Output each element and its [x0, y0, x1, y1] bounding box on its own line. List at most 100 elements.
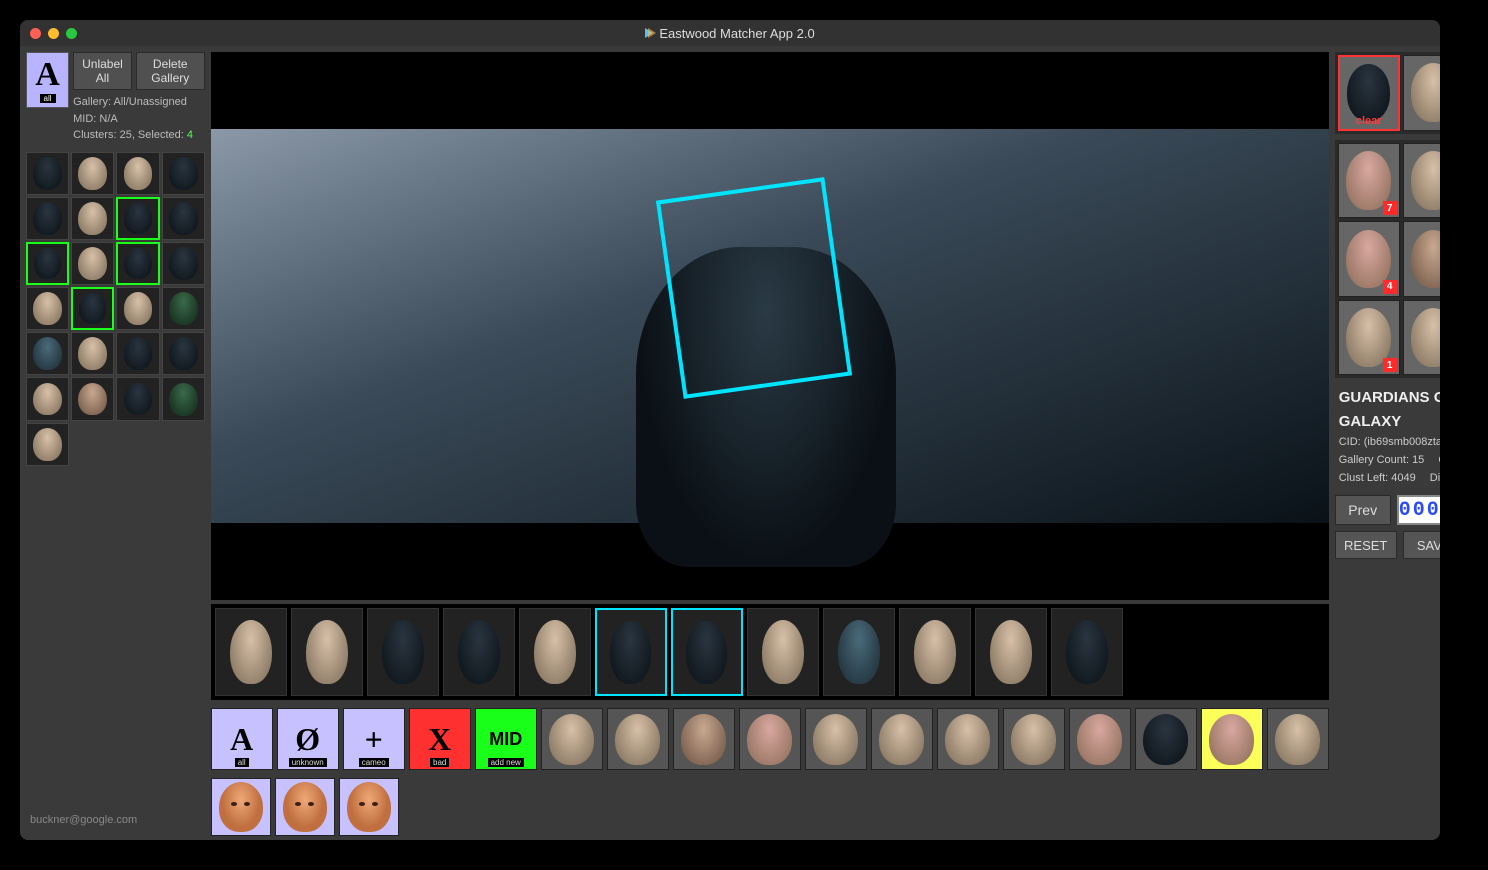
strip-thumb[interactable] — [671, 608, 743, 696]
cluster-thumb[interactable] — [162, 377, 205, 420]
cast-label-thumb[interactable] — [871, 708, 933, 770]
clear-label: clear — [1340, 115, 1398, 127]
reset-button[interactable]: RESET — [1335, 531, 1397, 559]
movie-cid: CID: (ib69smb008zta) — [1339, 434, 1440, 452]
strip-thumb[interactable] — [443, 608, 515, 696]
cluster-thumb[interactable] — [116, 332, 159, 375]
match-thumb[interactable] — [1403, 55, 1440, 131]
cluster-thumb[interactable] — [116, 242, 159, 285]
app-window: Eastwood Matcher App 2.0 A all Unlabel A… — [20, 20, 1440, 840]
cluster-thumb[interactable] — [162, 332, 205, 375]
cluster-thumb[interactable] — [26, 287, 69, 330]
unlabel-all-button[interactable]: Unlabel All — [73, 52, 132, 90]
titlebar: Eastwood Matcher App 2.0 — [20, 20, 1440, 46]
cast-label-thumb[interactable] — [1201, 708, 1263, 770]
cluster-gallery-grid — [26, 152, 205, 466]
counter-display[interactable]: 00000 — [1397, 495, 1440, 525]
gallery-letter: A — [35, 58, 60, 92]
save-button[interactable]: SAVE — [1403, 531, 1440, 559]
displayed-label: Displayed: 1989 — [1430, 470, 1440, 488]
cast-thumb[interactable]: 8 — [1403, 143, 1440, 219]
cast-thumb[interactable]: 7 — [1338, 143, 1400, 219]
cluster-thumb[interactable] — [162, 287, 205, 330]
strip-thumb[interactable] — [367, 608, 439, 696]
strip-thumb[interactable] — [291, 608, 363, 696]
cast-label-thumb[interactable] — [1003, 708, 1065, 770]
cast-label-thumb[interactable] — [937, 708, 999, 770]
play-store-icon — [645, 28, 653, 38]
cast-label-thumb[interactable] — [607, 708, 669, 770]
movie-frame — [211, 129, 1329, 524]
cast-thumb[interactable]: 2 — [1403, 300, 1440, 376]
cluster-thumb[interactable] — [162, 197, 205, 240]
clust-left-label: Clust Left: 4049 — [1339, 470, 1416, 488]
label-bad-button[interactable]: X bad — [409, 708, 471, 770]
maximize-icon[interactable] — [66, 28, 77, 39]
cluster-thumb[interactable] — [116, 197, 159, 240]
cast-number-badge: 1 — [1383, 358, 1397, 372]
cluster-thumb[interactable] — [71, 287, 114, 330]
cluster-thumb[interactable] — [116, 152, 159, 195]
extra-slot[interactable] — [211, 778, 271, 836]
main-viewport — [211, 52, 1329, 600]
minimize-icon[interactable] — [48, 28, 59, 39]
cast-label-thumb[interactable] — [1069, 708, 1131, 770]
strip-thumb[interactable] — [899, 608, 971, 696]
cast-label-thumb[interactable] — [673, 708, 735, 770]
cluster-thumb[interactable] — [71, 377, 114, 420]
cluster-thumb[interactable] — [26, 377, 69, 420]
cast-label-thumb[interactable] — [541, 708, 603, 770]
strip-thumb[interactable] — [595, 608, 667, 696]
user-email-label: buckner@google.com — [26, 806, 205, 834]
strip-thumb[interactable] — [823, 608, 895, 696]
gallery-info-clusters: Clusters: 25, Selected: — [73, 129, 184, 141]
match-suggestion-grid: clear — [1335, 52, 1440, 134]
cluster-thumb[interactable] — [116, 287, 159, 330]
extra-slot[interactable] — [339, 778, 399, 836]
cluster-thumb[interactable] — [71, 242, 114, 285]
cast-thumb[interactable]: 5 — [1403, 221, 1440, 297]
label-unknown-button[interactable]: Ø unknown — [277, 708, 339, 770]
delete-gallery-button[interactable]: Delete Gallery — [136, 52, 205, 90]
extra-slot[interactable] — [275, 778, 335, 836]
cluster-thumb[interactable] — [26, 197, 69, 240]
gallery-info-mid: MID: N/A — [73, 111, 205, 128]
cast-label-row — [541, 708, 1329, 834]
cast-thumb[interactable]: 1 — [1338, 300, 1400, 376]
cast-label-thumb[interactable] — [1267, 708, 1329, 770]
cluster-thumb[interactable] — [71, 152, 114, 195]
gallery-letter-badge[interactable]: A all — [26, 52, 69, 108]
face-detection-box[interactable] — [656, 177, 852, 399]
gallery-count-label: Gallery Count: 15 — [1339, 452, 1425, 470]
cast-label-thumb[interactable] — [805, 708, 867, 770]
gallery-info-name: Gallery: All/Unassigned — [73, 94, 205, 111]
cast-thumb[interactable]: 4 — [1338, 221, 1400, 297]
cluster-thumb[interactable] — [26, 152, 69, 195]
movie-title: GUARDIANS OF THE GALAXY — [1339, 386, 1440, 434]
movie-meta-panel: GUARDIANS OF THE GALAXY CID: (ib69smb008… — [1335, 384, 1440, 489]
strip-thumb[interactable] — [519, 608, 591, 696]
cluster-thumb[interactable] — [26, 423, 69, 466]
match-thumb[interactable]: clear — [1338, 55, 1400, 131]
strip-thumb[interactable] — [975, 608, 1047, 696]
prev-button[interactable]: Prev — [1335, 495, 1391, 525]
cluster-thumb[interactable] — [116, 377, 159, 420]
strip-thumb[interactable] — [215, 608, 287, 696]
cast-label-thumb[interactable] — [1135, 708, 1197, 770]
strip-thumb[interactable] — [747, 608, 819, 696]
strip-thumb[interactable] — [1051, 608, 1123, 696]
cluster-thumb[interactable] — [71, 197, 114, 240]
cluster-thumb[interactable] — [26, 242, 69, 285]
cluster-thumb[interactable] — [26, 332, 69, 375]
label-cameo-button[interactable]: + cameo — [343, 708, 405, 770]
cluster-thumb[interactable] — [162, 242, 205, 285]
cast-label-thumb[interactable] — [739, 708, 801, 770]
app-title: Eastwood Matcher App 2.0 — [659, 26, 814, 41]
gallery-info-selected: 4 — [187, 129, 193, 141]
cluster-thumb[interactable] — [71, 332, 114, 375]
close-icon[interactable] — [30, 28, 41, 39]
label-add-mid-button[interactable]: MID add new — [475, 708, 537, 770]
cluster-thumb[interactable] — [162, 152, 205, 195]
label-all-button[interactable]: A all — [211, 708, 273, 770]
clust-count-label: Clust Count: 7027 — [1438, 452, 1440, 470]
